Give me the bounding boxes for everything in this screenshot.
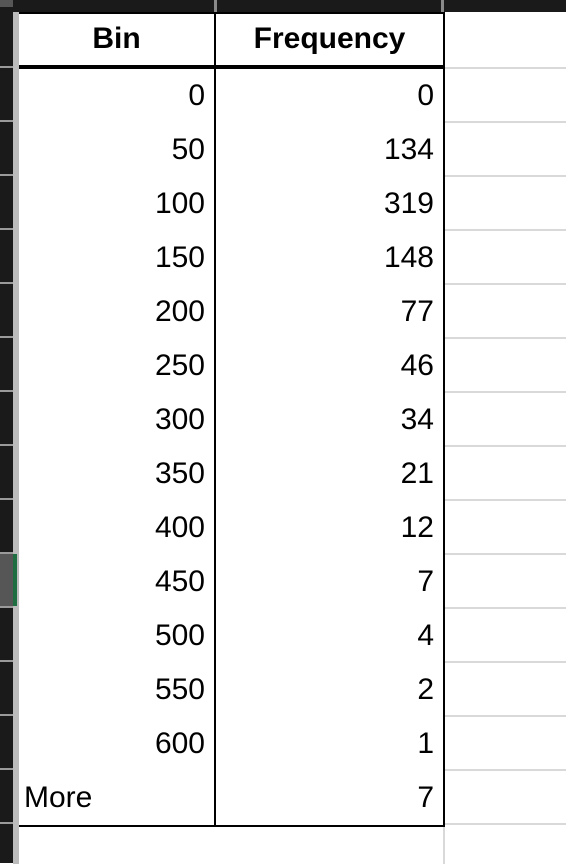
row-header-divider bbox=[0, 66, 13, 68]
table-row[interactable]: 00 bbox=[19, 69, 445, 123]
row-header-divider bbox=[0, 228, 13, 230]
row-header[interactable] bbox=[0, 338, 13, 390]
table-row[interactable]: 300 34 bbox=[19, 393, 445, 447]
cell-frequency[interactable]: 7 bbox=[216, 555, 445, 609]
cell-bin[interactable]: 200 bbox=[19, 285, 216, 339]
row-header-divider bbox=[0, 768, 13, 770]
grid-content: Bin Frequency 0 0 50 134 100 319 150 148 200 77 250 4… bbox=[19, 12, 566, 864]
table-row[interactable]: 450 7 bbox=[19, 555, 445, 609]
row-header-divider bbox=[0, 444, 13, 446]
select-all-corner[interactable] bbox=[0, 0, 13, 7]
row-header-divider bbox=[0, 822, 13, 824]
row-header[interactable] bbox=[0, 716, 13, 768]
table-row[interactable]: 500 4 bbox=[19, 609, 445, 663]
row-header[interactable] bbox=[0, 662, 13, 714]
column-header-frequency[interactable]: Frequency bbox=[216, 13, 445, 65]
cell-frequency[interactable]: 34 bbox=[216, 393, 445, 447]
cell-frequency[interactable]: 12 bbox=[216, 501, 445, 555]
cell-bin[interactable]: 0 bbox=[19, 69, 216, 123]
row-header-header-row[interactable] bbox=[0, 12, 13, 66]
table-header-row: Bin Frequency bbox=[19, 13, 445, 65]
cell-bin[interactable]: More bbox=[19, 771, 216, 825]
table-row[interactable]: More 7 bbox=[19, 771, 445, 825]
gutter-edge-divider bbox=[13, 12, 19, 864]
table-row[interactable]: 50 134 bbox=[19, 123, 445, 177]
column-divider-frequency-next[interactable] bbox=[441, 0, 444, 12]
cell-bin[interactable]: 250 bbox=[19, 339, 216, 393]
cell-frequency[interactable]: 0 bbox=[216, 69, 445, 123]
cell-bin[interactable]: 350 bbox=[19, 447, 216, 501]
cell-bin[interactable]: 400 bbox=[19, 501, 216, 555]
cell-bin[interactable]: 600 bbox=[19, 717, 216, 771]
row-header-gutter[interactable] bbox=[0, 12, 13, 864]
row-header[interactable] bbox=[0, 392, 13, 444]
row-header-divider bbox=[0, 282, 13, 284]
table-row[interactable]: 100 319 bbox=[19, 177, 445, 231]
cell-bin[interactable]: 550 bbox=[19, 663, 216, 717]
cell-bin[interactable]: 450 bbox=[19, 555, 216, 609]
row-header[interactable] bbox=[0, 500, 13, 552]
row-header[interactable] bbox=[0, 176, 13, 228]
table-row[interactable]: 250 46 bbox=[19, 339, 445, 393]
row-header[interactable] bbox=[0, 284, 13, 336]
cell-frequency[interactable]: 2 bbox=[216, 663, 445, 717]
column-divider-bin-frequency[interactable] bbox=[214, 0, 217, 12]
table-row[interactable]: 400 12 bbox=[19, 501, 445, 555]
row-header-divider bbox=[0, 336, 13, 338]
row-header-divider bbox=[0, 174, 13, 176]
row-selection-indicator bbox=[13, 554, 17, 606]
row-header[interactable] bbox=[0, 824, 13, 863]
row-header[interactable] bbox=[0, 608, 13, 660]
cell-bin[interactable]: 500 bbox=[19, 609, 216, 663]
cell-frequency[interactable]: 319 bbox=[216, 177, 445, 231]
cell-frequency[interactable]: 77 bbox=[216, 285, 445, 339]
row-header[interactable] bbox=[0, 68, 13, 120]
row-header-divider bbox=[0, 552, 13, 554]
row-border bbox=[19, 825, 445, 827]
table-top-border bbox=[19, 12, 445, 14]
row-header-divider bbox=[0, 390, 13, 392]
cell-frequency[interactable]: 134 bbox=[216, 123, 445, 177]
cell-frequency[interactable]: 21 bbox=[216, 447, 445, 501]
row-header-divider bbox=[0, 606, 13, 608]
table-row[interactable]: 150 148 bbox=[19, 231, 445, 285]
cell-bin[interactable]: 100 bbox=[19, 177, 216, 231]
cell-frequency[interactable]: 4 bbox=[216, 609, 445, 663]
table-row[interactable]: 350 21 bbox=[19, 447, 445, 501]
row-header[interactable] bbox=[0, 446, 13, 498]
row-header[interactable] bbox=[0, 230, 13, 282]
column-header-strip[interactable] bbox=[0, 0, 566, 12]
row-header-divider bbox=[0, 660, 13, 662]
row-header[interactable] bbox=[0, 770, 13, 822]
table-row[interactable]: 200 77 bbox=[19, 285, 445, 339]
cell-frequency[interactable]: 7 bbox=[216, 771, 445, 825]
cell-frequency[interactable]: 148 bbox=[216, 231, 445, 285]
cell-frequency[interactable]: 1 bbox=[216, 717, 445, 771]
cell-bin[interactable]: 50 bbox=[19, 123, 216, 177]
spreadsheet-viewport: Bin Frequency 0 0 50 134 100 319 150 148 200 77 250 4… bbox=[0, 0, 566, 864]
row-header-divider bbox=[0, 714, 13, 716]
row-header-divider bbox=[0, 498, 13, 500]
table-row[interactable]: 600 1 bbox=[19, 717, 445, 771]
row-header[interactable] bbox=[0, 122, 13, 174]
cell-frequency[interactable]: 46 bbox=[216, 339, 445, 393]
cell-bin[interactable]: 300 bbox=[19, 393, 216, 447]
row-header-selected[interactable] bbox=[0, 554, 13, 606]
cell-bin[interactable]: 150 bbox=[19, 231, 216, 285]
column-header-bin[interactable]: Bin bbox=[19, 13, 216, 65]
row-header-divider bbox=[0, 120, 13, 122]
table-row[interactable]: 550 2 bbox=[19, 663, 445, 717]
